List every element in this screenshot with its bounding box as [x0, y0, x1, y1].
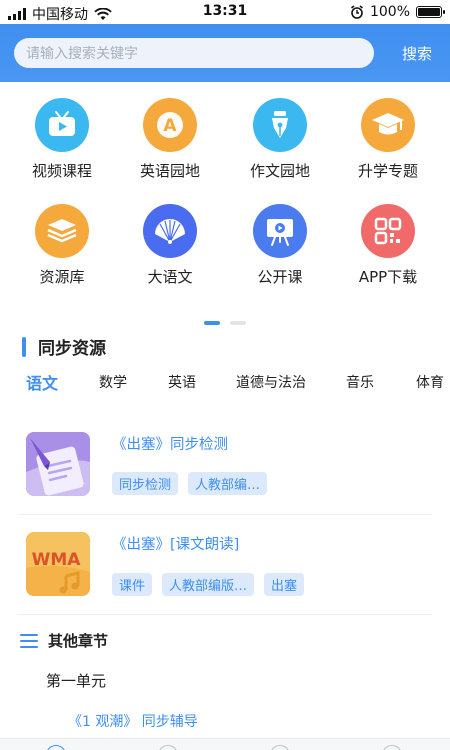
- svg-text:A: A: [163, 116, 177, 136]
- battery-percent: 100%: [369, 4, 410, 20]
- pen-nib-icon: [253, 98, 307, 152]
- grid-label: APP下载: [358, 268, 418, 286]
- page-indicator: [204, 321, 246, 325]
- section-title: 同步资源: [38, 339, 106, 359]
- search-placeholder: 请输入搜索关键字: [26, 46, 138, 62]
- resource-tags: 同步检测 人教部编…: [112, 472, 268, 495]
- grid-label: 作文园地: [249, 162, 310, 180]
- other-chapters-title: 其他章节: [48, 632, 109, 650]
- grid-item-open-class[interactable]: 公开课: [225, 204, 335, 287]
- qr-code-icon: [361, 204, 415, 258]
- tab-icon[interactable]: [270, 745, 290, 750]
- search-button[interactable]: 搜索: [402, 43, 432, 64]
- tag: 同步检测: [112, 472, 179, 495]
- tag: 出塞: [264, 573, 305, 596]
- tab-icon[interactable]: [158, 745, 178, 750]
- tab-chinese[interactable]: 语文: [26, 370, 58, 394]
- page-dot: [230, 321, 246, 325]
- search-input[interactable]: 请输入搜索关键字: [14, 38, 374, 68]
- bottom-tab-bar: [0, 738, 450, 750]
- header: 请输入搜索关键字 搜索: [0, 24, 450, 82]
- tv-play-icon: [35, 98, 89, 152]
- resource-title: 《出塞》[课文朗读]: [112, 537, 240, 553]
- tab-music[interactable]: 音乐: [346, 372, 374, 392]
- section-accent-bar: [22, 336, 26, 357]
- tab-morality-law[interactable]: 道德与法治: [236, 372, 306, 392]
- grid-label: 大语文: [147, 268, 193, 286]
- thumb-text: WMA: [32, 550, 82, 570]
- grid-item-video[interactable]: 视频课程: [7, 98, 117, 181]
- unit-title[interactable]: 第一单元: [46, 670, 106, 691]
- grid-label: 视频课程: [31, 162, 92, 180]
- grid-label: 英语园地: [139, 162, 200, 180]
- layers-icon: [35, 204, 89, 258]
- presentation-board-icon: [253, 204, 307, 258]
- resource-tags: 课件 人教部编版… 出塞: [112, 573, 305, 596]
- other-chapters-header: 其他章节: [20, 630, 108, 651]
- tag: 人教部编…: [188, 472, 268, 495]
- home-icon[interactable]: [46, 745, 66, 750]
- grid-label: 公开课: [257, 268, 303, 286]
- divider: [18, 514, 432, 515]
- tag: 人教部编版…: [162, 573, 255, 596]
- grid-item-admission[interactable]: 升学专题: [333, 98, 443, 181]
- grid-item-big-chinese[interactable]: 大语文: [115, 204, 225, 287]
- tab-english[interactable]: 英语: [168, 372, 196, 392]
- tab-pe[interactable]: 体育: [416, 372, 444, 392]
- page-dot-active: [204, 321, 220, 325]
- grid-item-composition[interactable]: 作文园地: [225, 98, 335, 181]
- menu-icon: [20, 633, 38, 648]
- tab-math[interactable]: 数学: [99, 372, 127, 392]
- grid-label: 升学专题: [357, 162, 418, 180]
- document-pen-icon: [26, 432, 90, 496]
- tab-icon[interactable]: [382, 745, 402, 750]
- alarm-icon: [350, 5, 363, 19]
- battery-icon: [416, 6, 445, 18]
- graduation-cap-icon: [361, 98, 415, 152]
- wma-audio-icon: WMA: [26, 532, 90, 596]
- letter-a-icon: A: [143, 98, 197, 152]
- subject-tabs: 语文 数学 英语 道德与法治 音乐 体育: [0, 372, 450, 400]
- grid-label: 资源库: [39, 268, 85, 286]
- folding-fan-icon: [143, 204, 197, 258]
- chapter-item[interactable]: 《1 观潮》 同步辅导: [68, 711, 198, 731]
- grid-item-resource-library[interactable]: 资源库: [7, 204, 117, 287]
- grid-item-english[interactable]: A 英语园地: [115, 98, 225, 181]
- section-header: 同步资源: [22, 334, 106, 359]
- tag: 课件: [112, 573, 153, 596]
- resource-title: 《出塞》同步检测: [112, 437, 228, 453]
- status-bar: 中国移动 13:31 100%: [0, 0, 450, 24]
- grid-item-app-download[interactable]: APP下载: [333, 204, 443, 287]
- divider: [18, 614, 432, 615]
- status-right: 100%: [350, 4, 445, 20]
